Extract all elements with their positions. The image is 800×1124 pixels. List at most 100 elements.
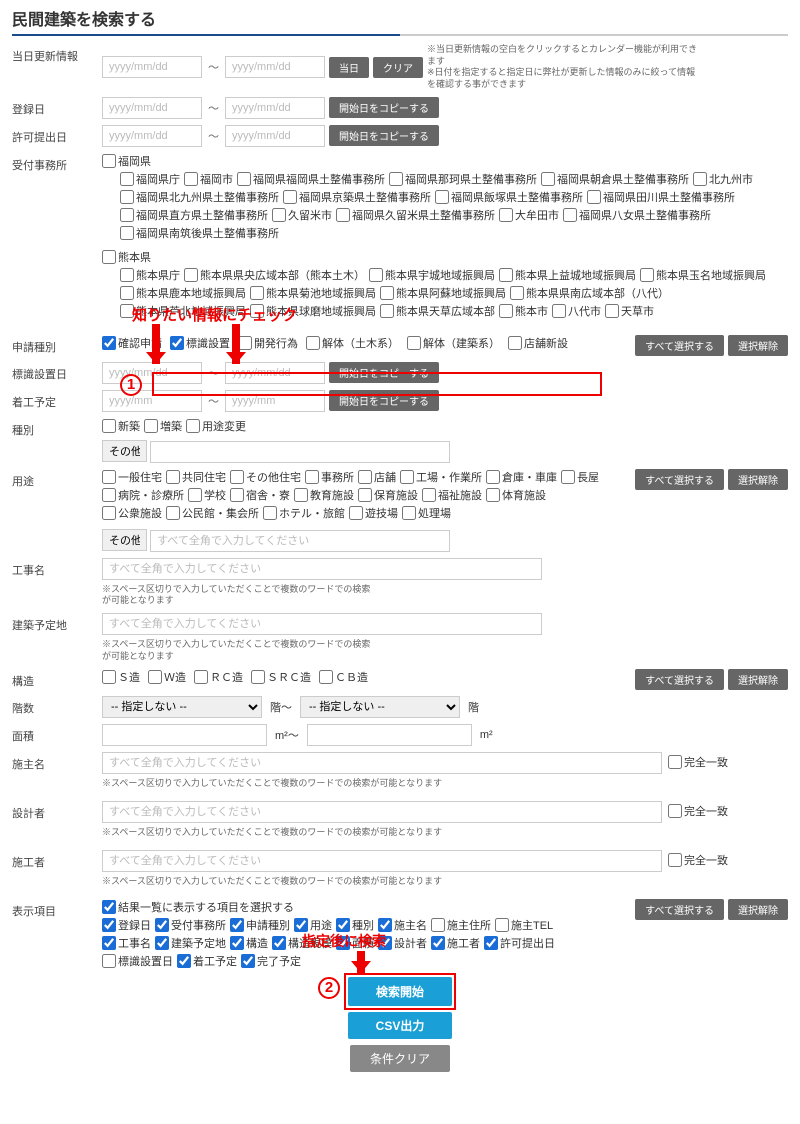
cb-item[interactable]	[541, 172, 555, 186]
cb-item[interactable]	[402, 506, 416, 520]
cb-item[interactable]	[499, 208, 513, 222]
area-to[interactable]	[307, 724, 472, 746]
cb-item[interactable]	[499, 304, 513, 318]
cb-item[interactable]	[563, 208, 577, 222]
cb-item[interactable]	[230, 936, 244, 950]
start-date-to[interactable]	[225, 390, 325, 412]
cb-item[interactable]	[495, 918, 509, 932]
btn-copy-start-start[interactable]: 開始日をコピーする	[329, 390, 439, 411]
cb-item[interactable]	[431, 936, 445, 950]
cb-item[interactable]	[380, 304, 394, 318]
btn-clear-date[interactable]: クリア	[373, 57, 423, 78]
cb-item[interactable]	[102, 506, 116, 520]
btn-copy-start-sign[interactable]: 開始日をコピーする	[329, 362, 439, 383]
cb-item[interactable]	[407, 336, 421, 350]
cb-item[interactable]	[336, 918, 350, 932]
designer-input[interactable]	[102, 801, 662, 823]
cb-item[interactable]	[294, 488, 308, 502]
build-site-input[interactable]	[102, 613, 542, 635]
btn-apptype-all[interactable]: すべて選択する	[635, 335, 724, 356]
cb-item[interactable]	[283, 190, 297, 204]
cb-item[interactable]	[194, 670, 208, 684]
clear-button[interactable]: 条件クリア	[350, 1045, 450, 1072]
cb-item[interactable]	[486, 470, 500, 484]
cb-item[interactable]	[400, 470, 414, 484]
cb-item[interactable]	[358, 488, 372, 502]
cb-item[interactable]	[102, 470, 116, 484]
cb-item[interactable]	[166, 506, 180, 520]
cb-item[interactable]	[184, 172, 198, 186]
permit-date-from[interactable]	[102, 125, 202, 147]
cb-item[interactable]	[155, 918, 169, 932]
cb-item[interactable]	[102, 936, 116, 950]
cb-item[interactable]	[422, 488, 436, 502]
cb-item[interactable]	[102, 488, 116, 502]
area-from[interactable]	[102, 724, 267, 746]
cb-item[interactable]	[306, 336, 320, 350]
contractor-input[interactable]	[102, 850, 662, 872]
cb-item[interactable]	[640, 268, 654, 282]
work-name-input[interactable]	[102, 558, 542, 580]
cb-item[interactable]	[250, 286, 264, 300]
cb-owner-exact[interactable]	[668, 755, 682, 769]
cb-item[interactable]	[120, 172, 134, 186]
cb-item[interactable]	[148, 670, 162, 684]
cb-item[interactable]	[263, 506, 277, 520]
cb-item[interactable]	[435, 190, 449, 204]
kind-other-input[interactable]	[150, 441, 450, 463]
reg-date-to[interactable]	[225, 97, 325, 119]
cb-item[interactable]	[120, 268, 134, 282]
floors-from[interactable]: -- 指定しない --	[102, 696, 262, 718]
cb-item[interactable]	[605, 304, 619, 318]
csv-button[interactable]: CSV出力	[348, 1012, 453, 1039]
cb-item[interactable]	[120, 190, 134, 204]
cb-display-head[interactable]	[102, 900, 116, 914]
usage-other-input[interactable]	[150, 530, 450, 552]
cb-item[interactable]	[380, 286, 394, 300]
btn-copy-start-permit[interactable]: 開始日をコピーする	[329, 125, 439, 146]
cb-item[interactable]	[305, 470, 319, 484]
cb-item[interactable]	[272, 208, 286, 222]
cb-item[interactable]	[144, 419, 158, 433]
cb-item[interactable]	[552, 304, 566, 318]
cb-item[interactable]	[336, 208, 350, 222]
update-date-to[interactable]	[225, 56, 325, 78]
cb-kumamoto[interactable]	[102, 250, 116, 264]
btn-copy-start-reg[interactable]: 開始日をコピーする	[329, 97, 439, 118]
cb-item[interactable]	[102, 954, 116, 968]
reg-date-from[interactable]	[102, 97, 202, 119]
cb-item[interactable]	[251, 670, 265, 684]
cb-item[interactable]	[102, 918, 116, 932]
cb-item[interactable]	[241, 954, 255, 968]
cb-item[interactable]	[230, 918, 244, 932]
btn-structure-clear[interactable]: 選択解除	[728, 669, 788, 690]
cb-item[interactable]	[120, 208, 134, 222]
update-date-from[interactable]	[102, 56, 202, 78]
cb-item[interactable]	[120, 226, 134, 240]
start-date-from[interactable]	[102, 390, 202, 412]
cb-item[interactable]	[389, 172, 403, 186]
cb-item[interactable]	[230, 470, 244, 484]
btn-display-all[interactable]: すべて選択する	[635, 899, 724, 920]
cb-item[interactable]	[431, 918, 445, 932]
cb-item[interactable]	[349, 506, 363, 520]
cb-item[interactable]	[155, 936, 169, 950]
cb-contractor-exact[interactable]	[668, 853, 682, 867]
cb-item[interactable]	[186, 419, 200, 433]
cb-item[interactable]	[294, 918, 308, 932]
btn-usage-clear[interactable]: 選択解除	[728, 469, 788, 490]
cb-item[interactable]	[120, 286, 134, 300]
cb-item[interactable]	[508, 336, 522, 350]
cb-item[interactable]	[358, 470, 372, 484]
cb-item[interactable]	[102, 670, 116, 684]
cb-item[interactable]	[319, 670, 333, 684]
cb-item[interactable]	[587, 190, 601, 204]
owner-input[interactable]	[102, 752, 662, 774]
btn-apptype-clear[interactable]: 選択解除	[728, 335, 788, 356]
cb-item[interactable]	[177, 954, 191, 968]
cb-item[interactable]	[510, 286, 524, 300]
cb-item[interactable]	[484, 936, 498, 950]
btn-structure-all[interactable]: すべて選択する	[635, 669, 724, 690]
cb-designer-exact[interactable]	[668, 804, 682, 818]
cb-item[interactable]	[693, 172, 707, 186]
